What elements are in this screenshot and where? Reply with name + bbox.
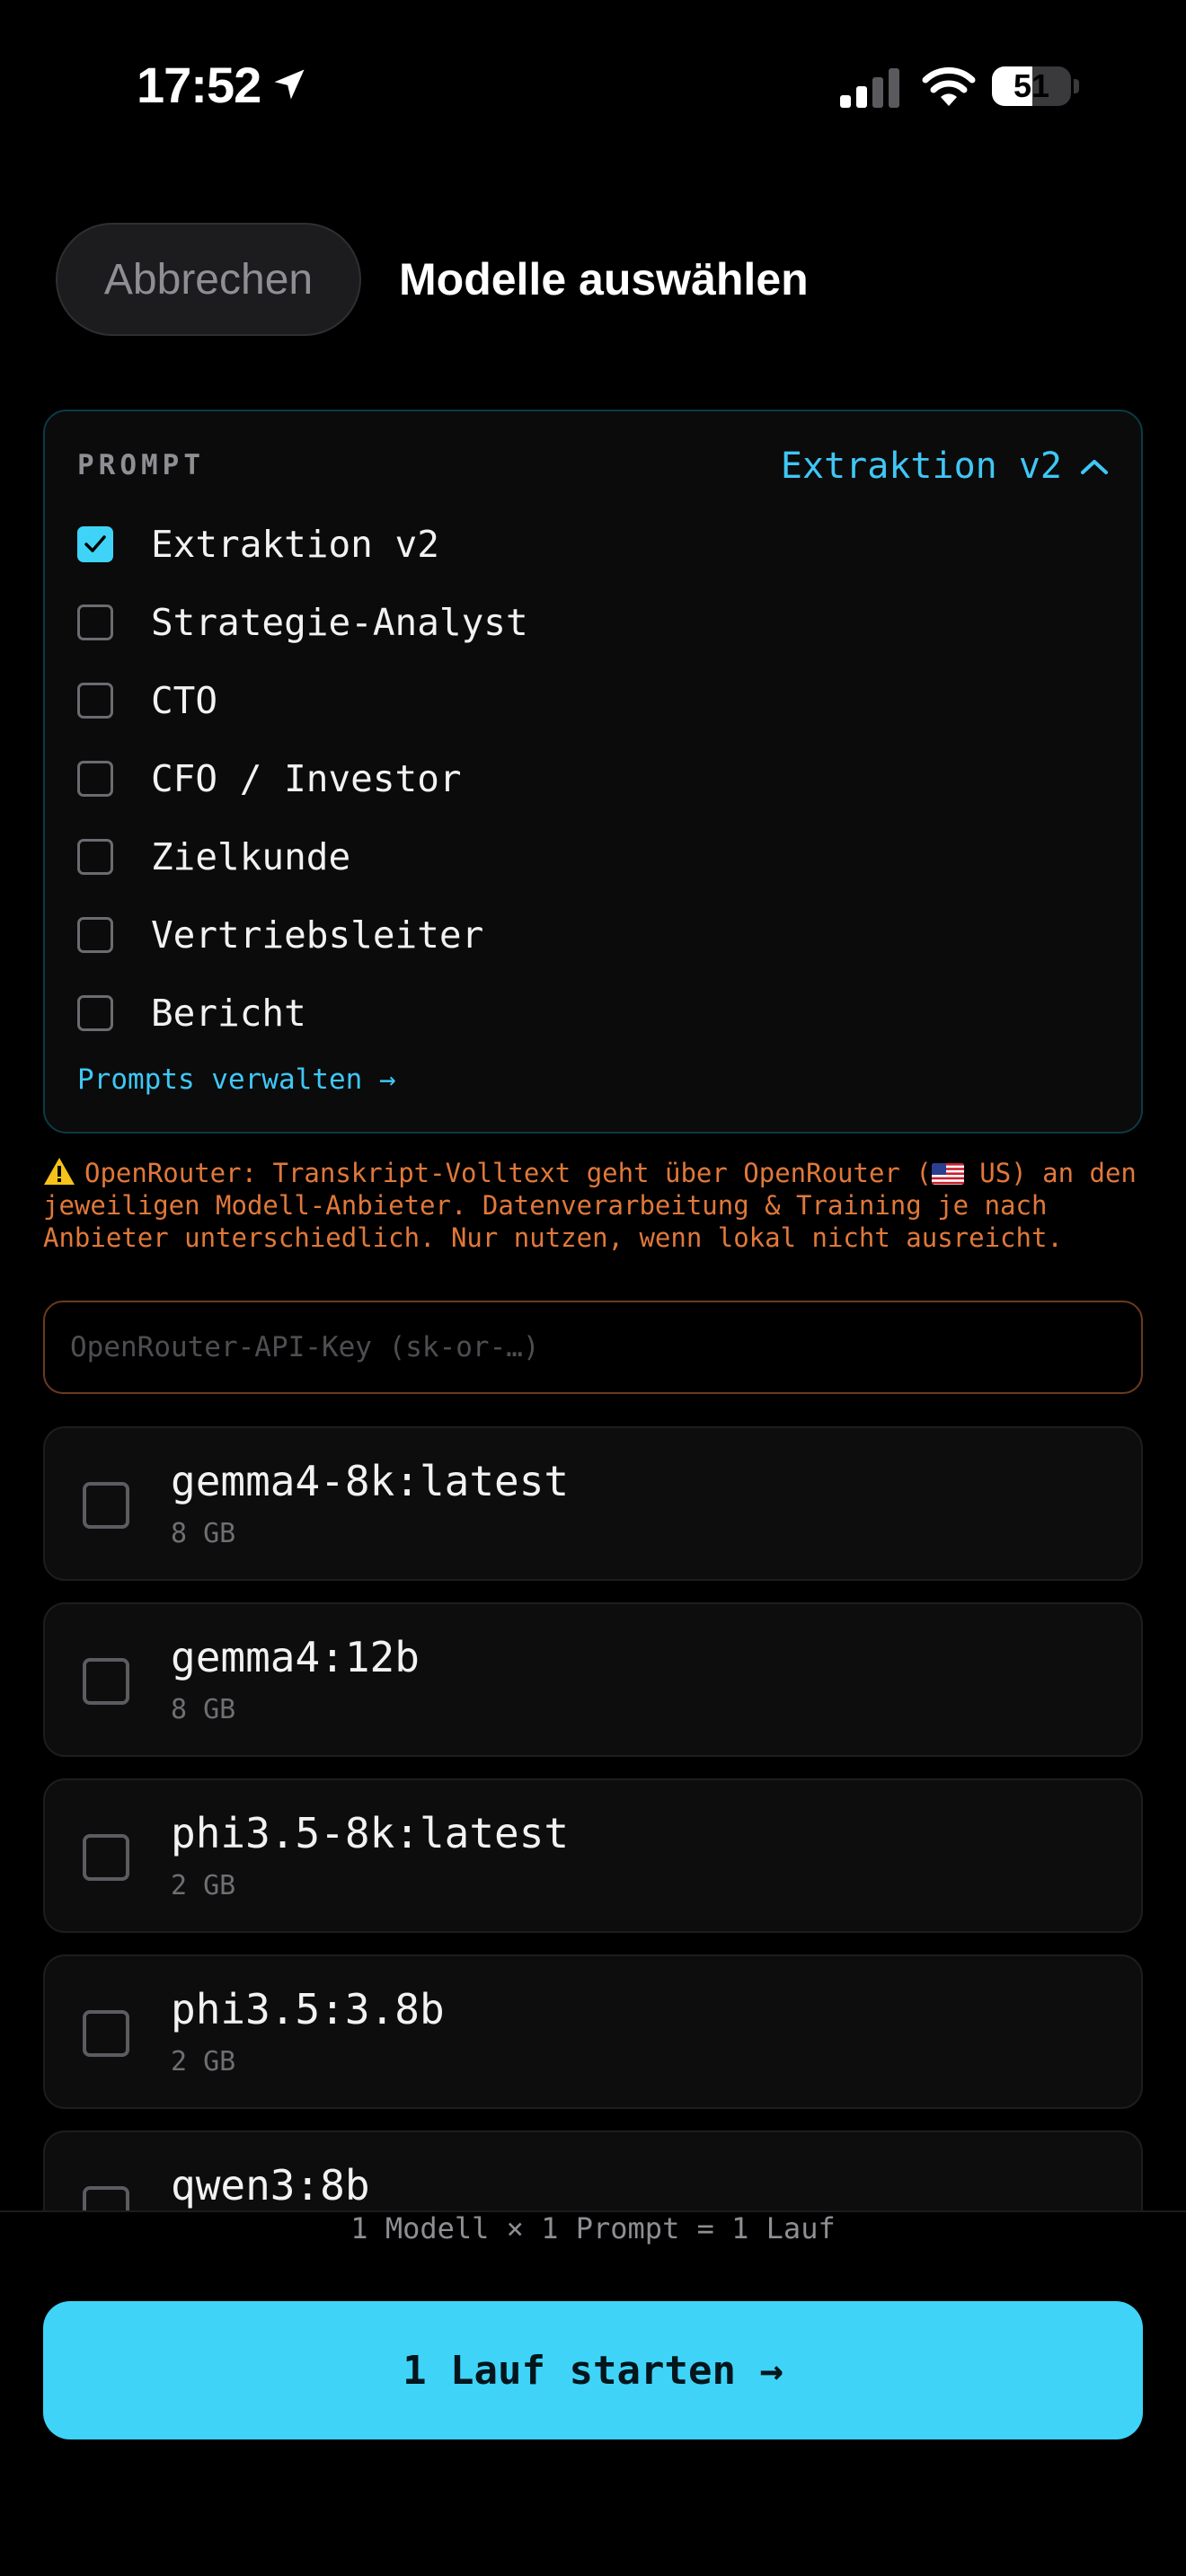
wifi-icon (922, 66, 976, 106)
prompt-item-strategie-analyst[interactable]: Strategie-Analyst (77, 583, 528, 661)
cancel-button[interactable]: Abbrechen (56, 223, 361, 336)
status-bar: 17:52 51 (0, 0, 1186, 171)
model-card-qwen3-8b[interactable]: qwen3:8b (43, 2130, 1143, 2210)
checkbox[interactable] (83, 2010, 129, 2057)
prompt-item-vertriebsleiter[interactable]: Vertriebsleiter (77, 895, 528, 974)
model-card-phi3-5-8k-latest[interactable]: phi3.5-8k:latest 2 GB (43, 1778, 1143, 1933)
checkmark-icon (84, 534, 106, 552)
model-card-phi3-5-3-8b[interactable]: phi3.5:3.8b 2 GB (43, 1954, 1143, 2109)
checkbox[interactable] (77, 604, 113, 640)
run-summary: 1 Modell × 1 Prompt = 1 Lauf (350, 2211, 836, 2245)
selected-prompt-label: Extraktion v2 (780, 446, 1062, 487)
checkbox[interactable] (83, 1658, 129, 1705)
warning-icon (44, 1158, 75, 1185)
prompt-item-cto[interactable]: CTO (77, 661, 528, 739)
checkbox[interactable] (77, 838, 113, 875)
signal-icon (840, 68, 899, 108)
model-size: 2 GB (171, 2046, 236, 2078)
model-size: 8 GB (171, 1694, 236, 1725)
battery-cap (1074, 79, 1079, 93)
model-name: phi3.5-8k:latest (171, 1809, 570, 1857)
model-card-gemma4-12b[interactable]: gemma4:12b 8 GB (43, 1602, 1143, 1757)
model-name: gemma4-8k:latest (171, 1457, 570, 1505)
manage-prompts-link[interactable]: Prompts verwalten → (77, 1063, 396, 1096)
us-flag-icon (931, 1163, 964, 1185)
checkbox[interactable] (83, 1834, 129, 1881)
openrouter-warning: OpenRouter: Transkript-Volltext geht übe… (43, 1157, 1148, 1254)
prompt-item-label: Vertriebsleiter (151, 913, 484, 957)
start-run-button[interactable]: 1 Lauf starten → (43, 2301, 1143, 2439)
prompt-item-label: Zielkunde (151, 834, 351, 878)
model-size: 8 GB (171, 1518, 236, 1549)
prompt-selector-card: PROMPT Extraktion v2 Extraktion v2 Strat… (43, 410, 1143, 1134)
checkbox[interactable] (83, 1482, 129, 1529)
prompt-dropdown-toggle[interactable]: Extraktion v2 (781, 446, 1109, 487)
model-card-gemma4-8k-latest[interactable]: gemma4-8k:latest 8 GB (43, 1426, 1143, 1581)
checkbox[interactable] (83, 2186, 129, 2210)
chevron-up-icon (1081, 460, 1108, 474)
location-arrow-icon (274, 69, 305, 100)
openrouter-api-key-input[interactable] (43, 1301, 1143, 1394)
model-name: gemma4:12b (171, 1633, 420, 1681)
status-time: 17:52 (137, 57, 261, 113)
page-title: Modelle auswählen (399, 254, 809, 304)
prompt-item-bericht[interactable]: Bericht (77, 974, 528, 1052)
prompt-item-label: Strategie-Analyst (151, 600, 528, 644)
model-name: phi3.5:3.8b (171, 1985, 445, 2033)
checkbox[interactable] (77, 682, 113, 719)
prompt-item-extraktion-v2[interactable]: Extraktion v2 (77, 505, 528, 583)
checkbox[interactable] (77, 916, 113, 953)
battery-percentage: 51 (1013, 67, 1050, 104)
prompt-item-label: CFO / Investor (151, 756, 462, 800)
prompt-section-label: PROMPT (77, 449, 205, 481)
prompt-item-zielkunde[interactable]: Zielkunde (77, 817, 528, 895)
model-size: 2 GB (171, 1870, 236, 1901)
prompt-item-label: Extraktion v2 (151, 522, 439, 566)
prompt-item-cfo-investor[interactable]: CFO / Investor (77, 739, 528, 817)
battery-icon: 51 (992, 66, 1071, 106)
checkbox[interactable] (77, 760, 113, 797)
checkbox[interactable] (77, 994, 113, 1031)
warning-text-start: OpenRouter: Transkript-Volltext geht übe… (84, 1158, 932, 1188)
model-list: gemma4-8k:latest 8 GB gemma4:12b 8 GB ph… (43, 1426, 1143, 2210)
prompt-item-label: CTO (151, 678, 218, 722)
checkbox[interactable] (77, 525, 113, 562)
prompt-list: Extraktion v2 Strategie-Analyst CTO CFO … (77, 505, 528, 1052)
prompt-item-label: Bericht (151, 991, 306, 1035)
model-name: qwen3:8b (171, 2161, 370, 2210)
